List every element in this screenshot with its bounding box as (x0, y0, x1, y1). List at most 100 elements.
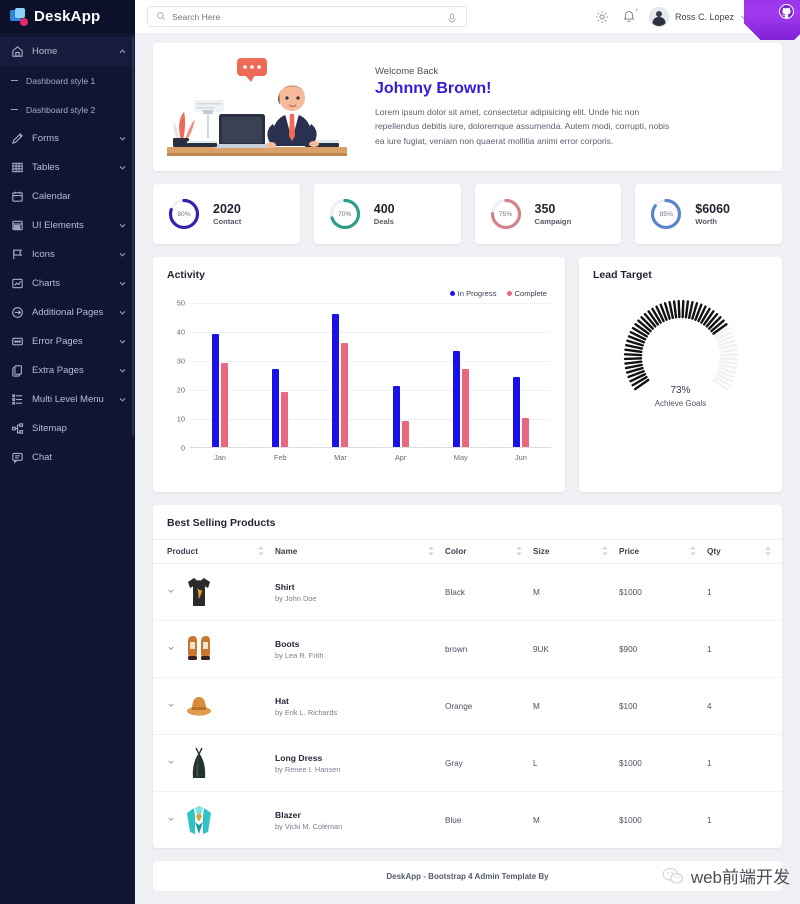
welcome-body: Lorem ipsum dolor sit amet, consectetur … (375, 107, 670, 146)
bar-in-progress[interactable] (452, 351, 460, 447)
bar-complete[interactable] (221, 362, 229, 447)
cell-price: $1000 (619, 815, 642, 825)
chevron-down-icon[interactable] (118, 163, 127, 172)
chevron-down-icon[interactable] (118, 250, 127, 259)
sidebar-item-chat[interactable]: Chat (0, 443, 135, 472)
bar-complete[interactable] (281, 391, 289, 447)
col-header-name[interactable]: Name (275, 539, 445, 564)
row-expand-icon[interactable] (167, 701, 175, 711)
product-thumbnail (183, 688, 215, 724)
welcome-card: Welcome Back Johnny Brown! Lorem ipsum d… (153, 43, 782, 171)
col-header-price[interactable]: Price (619, 539, 707, 564)
stat-card-contact: 80% 2020 Contact (153, 184, 300, 244)
bar-in-progress[interactable] (332, 313, 340, 447)
sidebar-item-forms[interactable]: Forms (0, 124, 135, 153)
lead-target-card: Lead Target 73% Achieve Goals (579, 257, 782, 492)
sort-icon[interactable] (689, 546, 697, 557)
sidebar-item-home[interactable]: Home (0, 37, 135, 66)
sidebar-item-extra-pages[interactable]: Extra Pages (0, 356, 135, 385)
calendar-icon (10, 190, 24, 204)
bar-in-progress[interactable] (272, 368, 280, 447)
user-menu[interactable]: Ross C. Lopez (648, 6, 748, 27)
sort-icon[interactable] (257, 546, 265, 557)
col-header-qty[interactable]: Qty (707, 539, 782, 564)
row-expand-icon[interactable] (167, 587, 175, 597)
cell-price: $1000 (619, 734, 707, 792)
sort-icon[interactable] (515, 546, 523, 557)
legend-item[interactable]: Complete (506, 289, 547, 298)
row-expand-icon[interactable] (167, 644, 175, 654)
col-header-label: Size (533, 547, 550, 556)
sort-icon[interactable] (764, 546, 772, 557)
main-content: Welcome Back Johnny Brown! Lorem ipsum d… (135, 33, 800, 904)
cell-product (153, 563, 275, 621)
bar-complete[interactable] (521, 418, 529, 447)
sidebar-subitem-dashboard-style-2[interactable]: Dashboard style 2 (0, 95, 135, 124)
row-expand-icon[interactable] (167, 758, 175, 768)
search-box[interactable] (147, 6, 467, 27)
dash-icon (11, 80, 18, 81)
bar-in-progress[interactable] (392, 386, 400, 447)
stat-value: 400 (373, 201, 395, 216)
col-header-color[interactable]: Color (445, 539, 533, 564)
table-row[interactable]: Blazer by Vicki M. Coleman Blue M $1000 1 (153, 792, 782, 849)
col-header-product[interactable]: Product (153, 539, 275, 564)
microphone-icon[interactable] (447, 11, 458, 24)
chevron-down-icon[interactable] (118, 308, 127, 317)
sidebar-item-ui-elements[interactable]: UI Elements (0, 211, 135, 240)
sidebar-item-calendar[interactable]: Calendar (0, 182, 135, 211)
gauge-wrap: 73% Achieve Goals (579, 293, 782, 408)
stat-percent: 75% (498, 210, 513, 218)
legend-color-dot (506, 291, 512, 296)
sidebar-item-additional-pages[interactable]: Additional Pages (0, 298, 135, 327)
chevron-down-icon[interactable] (118, 395, 127, 404)
sidebar-item-error-pages[interactable]: Error Pages (0, 327, 135, 356)
chevron-down-icon[interactable] (118, 279, 127, 288)
table-header-row: Product Name Color Size Price Qty (153, 539, 782, 564)
table-row[interactable]: Long Dress by Renee I. Hansen Gray L $1000 1 (153, 734, 782, 792)
sidebar-scrollbar[interactable] (132, 36, 134, 436)
sidebar-item-tables[interactable]: Tables (0, 153, 135, 182)
col-header-size[interactable]: Size (533, 539, 619, 564)
brand[interactable]: DeskApp (0, 0, 135, 33)
gauge-tick (623, 360, 642, 365)
gauge-tick (718, 348, 738, 354)
gear-icon[interactable] (595, 10, 609, 24)
sidebar-item-charts[interactable]: Charts (0, 269, 135, 298)
sort-icon[interactable] (601, 546, 609, 557)
github-corner[interactable] (744, 0, 800, 40)
bar-in-progress[interactable] (512, 377, 520, 447)
sidebar-item-sitemap[interactable]: Sitemap (0, 414, 135, 443)
search-input[interactable] (172, 11, 441, 22)
stat-cards: 80% 2020 Contact 70% 400 Deals 75% 350 Campaign 8… (153, 184, 782, 244)
bar-complete[interactable] (461, 368, 469, 447)
table-row[interactable]: Boots by Lea R. Frith brown 9UK $900 1 (153, 620, 782, 678)
chevron-down-icon[interactable] (118, 366, 127, 375)
table-row[interactable]: Shirt by John Doe Black M $1000 1 (153, 563, 782, 621)
lead-target-gauge (617, 293, 745, 411)
chevron-down-icon[interactable] (118, 221, 127, 230)
bell-icon[interactable]: * (622, 9, 638, 24)
sidebar-item-icons[interactable]: Icons (0, 240, 135, 269)
sort-icon[interactable] (427, 546, 435, 557)
row-expand-icon[interactable] (167, 815, 175, 825)
table-row[interactable]: Hat by Erik L. Richards Orange M $100 4 (153, 677, 782, 735)
gauge-tick (624, 343, 643, 350)
sidebar-subitem-dashboard-style-1[interactable]: Dashboard style 1 (0, 66, 135, 95)
sidebar-item-multi-level-menu[interactable]: Multi Level Menu (0, 385, 135, 414)
bar-complete[interactable] (401, 420, 409, 447)
legend-item[interactable]: In Progress (449, 289, 497, 298)
github-icon[interactable] (779, 4, 794, 19)
bar-in-progress[interactable] (212, 333, 220, 447)
product-author: by John Doe (275, 593, 317, 603)
bar-complete[interactable] (341, 342, 349, 447)
product-name: Hat (275, 695, 289, 706)
chevron-down-icon[interactable] (118, 337, 127, 346)
legend-color-dot (449, 291, 455, 296)
stat-label: Worth (695, 217, 718, 227)
chevron-up-icon[interactable] (118, 47, 127, 56)
cell-name: Hat by Erik L. Richards (275, 677, 445, 735)
brand-name: DeskApp (34, 8, 101, 25)
cell-qty: 1 (707, 563, 782, 621)
chevron-down-icon[interactable] (118, 134, 127, 143)
